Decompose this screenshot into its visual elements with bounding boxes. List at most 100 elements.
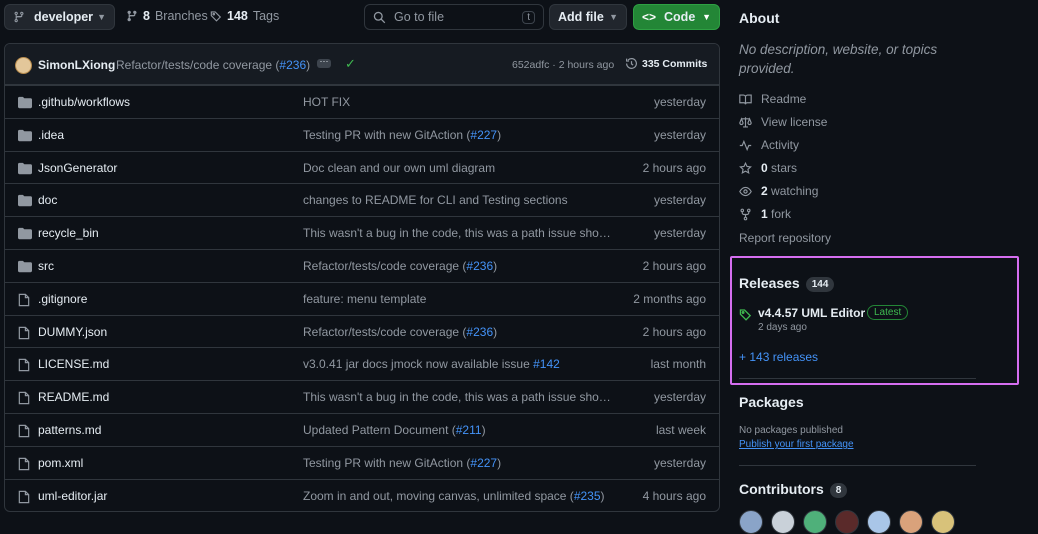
contributor-avatar[interactable] bbox=[867, 510, 891, 534]
file-commit-message[interactable]: Updated Pattern Document (#211) bbox=[303, 423, 613, 437]
file-name-link[interactable]: pom.xml bbox=[38, 456, 83, 470]
file-row[interactable]: .idea Testing PR with new GitAction (#227… bbox=[5, 117, 719, 151]
readme-link[interactable]: Readme bbox=[739, 92, 806, 106]
commit-pr-link[interactable]: #227 bbox=[470, 456, 497, 470]
book-icon bbox=[739, 93, 752, 106]
file-icon bbox=[18, 391, 30, 405]
fork-link[interactable]: 1 fork bbox=[739, 207, 791, 221]
license-link[interactable]: View license bbox=[739, 115, 827, 129]
stars-link[interactable]: 0 stars bbox=[739, 161, 797, 175]
latest-badge: Latest bbox=[867, 305, 909, 320]
commit-pr-link[interactable]: #236 bbox=[466, 325, 493, 339]
expand-message-button[interactable]: ··· bbox=[317, 57, 331, 68]
contributor-avatar[interactable] bbox=[931, 510, 955, 534]
folder-icon bbox=[18, 227, 32, 240]
file-row[interactable]: JsonGenerator Doc clean and our own uml d… bbox=[5, 150, 719, 184]
file-row[interactable]: pom.xml Testing PR with new GitAction (#2… bbox=[5, 445, 719, 479]
check-icon[interactable]: ✓ bbox=[345, 56, 356, 72]
file-commit-time: 4 hours ago bbox=[642, 488, 706, 503]
contributor-avatar[interactable] bbox=[835, 510, 859, 534]
releases-heading[interactable]: Releases 144 bbox=[739, 275, 835, 292]
file-name-link[interactable]: LICENSE.md bbox=[38, 357, 109, 371]
commit-pr-link[interactable]: #142 bbox=[533, 357, 560, 371]
file-commit-message[interactable]: Zoom in and out, moving canvas, unlimite… bbox=[303, 489, 613, 503]
branch-selector[interactable]: developer ▼ bbox=[4, 4, 115, 30]
file-name-link[interactable]: doc bbox=[38, 193, 57, 207]
commit-message[interactable]: Refactor/tests/code coverage (#236) bbox=[116, 58, 310, 72]
contributor-avatar[interactable] bbox=[739, 510, 763, 534]
file-icon bbox=[18, 457, 30, 471]
code-button[interactable]: <> Code ▼ bbox=[633, 4, 720, 30]
file-commit-message[interactable]: Refactor/tests/code coverage (#236) bbox=[303, 259, 613, 273]
file-commit-message[interactable]: Testing PR with new GitAction (#227) bbox=[303, 456, 613, 470]
branches-link[interactable]: 8 Branches bbox=[126, 9, 208, 23]
commit-pr-link[interactable]: #236 bbox=[279, 58, 306, 72]
file-commit-message[interactable]: Doc clean and our own uml diagram bbox=[303, 161, 613, 175]
file-name-link[interactable]: DUMMY.json bbox=[38, 325, 107, 339]
contributors-count: 8 bbox=[829, 482, 848, 498]
file-row[interactable]: LICENSE.md v3.0.41 jar docs jmock now ava… bbox=[5, 347, 719, 380]
contributor-avatar[interactable] bbox=[771, 510, 795, 534]
commit-pr-link[interactable]: #236 bbox=[466, 259, 493, 273]
file-commit-message[interactable]: v3.0.41 jar docs jmock now available iss… bbox=[303, 357, 613, 371]
file-row[interactable]: uml-editor.jar Zoom in and out, moving ca… bbox=[5, 478, 719, 511]
file-commit-time: 2 hours ago bbox=[642, 324, 706, 339]
file-row[interactable]: doc changes to README for CLI and Testing… bbox=[5, 183, 719, 216]
file-commit-message[interactable]: Testing PR with new GitAction (#227) bbox=[303, 128, 613, 142]
file-name-link[interactable]: recycle_bin bbox=[38, 226, 99, 240]
commits-count: 335 Commits bbox=[642, 57, 708, 70]
go-to-file-search[interactable]: Go to file t bbox=[364, 4, 544, 30]
add-file-button[interactable]: Add file ▼ bbox=[549, 4, 627, 30]
about-heading: About bbox=[739, 10, 780, 26]
publish-package-link[interactable]: Publish your first package bbox=[739, 439, 854, 450]
more-releases-link[interactable]: + 143 releases bbox=[739, 350, 818, 364]
folder-icon bbox=[18, 260, 32, 273]
file-row[interactable]: recycle_bin This wasn't a bug in the code… bbox=[5, 216, 719, 249]
commit-message-text: Testing PR with new GitAction ( bbox=[303, 127, 471, 142]
file-commit-message[interactable]: changes to README for CLI and Testing se… bbox=[303, 193, 613, 207]
file-commit-message[interactable]: Refactor/tests/code coverage (#236) bbox=[303, 325, 613, 339]
file-name-link[interactable]: .idea bbox=[38, 128, 64, 142]
file-row[interactable]: DUMMY.json Refactor/tests/code coverage (… bbox=[5, 314, 719, 348]
file-row[interactable]: README.md This wasn't a bug in the code, … bbox=[5, 380, 719, 413]
file-commit-message[interactable]: This wasn't a bug in the code, this was … bbox=[303, 226, 613, 240]
tags-link[interactable]: 148 Tags bbox=[210, 9, 279, 23]
file-name-link[interactable]: uml-editor.jar bbox=[38, 489, 107, 503]
folder-icon bbox=[18, 96, 32, 109]
activity-link[interactable]: Activity bbox=[739, 138, 799, 152]
watching-link[interactable]: 2 watching bbox=[739, 184, 818, 198]
tags-count: 148 bbox=[227, 9, 248, 23]
avatar[interactable] bbox=[15, 57, 32, 74]
commits-history-link[interactable]: 335 Commits bbox=[625, 57, 707, 70]
file-name-link[interactable]: .gitignore bbox=[38, 292, 87, 306]
file-name-link[interactable]: src bbox=[38, 259, 54, 273]
file-name-link[interactable]: README.md bbox=[38, 390, 109, 404]
contributor-avatar[interactable] bbox=[899, 510, 923, 534]
file-commit-message[interactable]: feature: menu template bbox=[303, 292, 613, 306]
about-description: No description, website, or topics provi… bbox=[739, 42, 938, 76]
commit-hash-time[interactable]: 652adfc · 2 hours ago bbox=[512, 59, 614, 71]
file-icon bbox=[18, 326, 30, 340]
commit-pr-link[interactable]: #211 bbox=[456, 423, 482, 437]
contributor-avatar[interactable] bbox=[803, 510, 827, 534]
commit-pr-link[interactable]: #235 bbox=[574, 489, 601, 503]
tag-icon bbox=[210, 10, 222, 22]
contributors-heading[interactable]: Contributors 8 bbox=[739, 481, 848, 498]
commit-pr-link[interactable]: #227 bbox=[470, 128, 497, 142]
fork-icon bbox=[739, 208, 752, 221]
latest-release-link[interactable]: v4.4.57 UML Editor bbox=[758, 306, 865, 320]
file-name-link[interactable]: .github/workflows bbox=[38, 95, 130, 109]
report-repository-link[interactable]: Report repository bbox=[739, 231, 831, 245]
file-row[interactable]: .github/workflows HOT FIX yesterday bbox=[5, 85, 719, 118]
commit-message-text: Doc clean and our own uml diagram bbox=[303, 160, 496, 175]
file-row[interactable]: patterns.md Updated Pattern Document (#21… bbox=[5, 413, 719, 446]
file-name-link[interactable]: JsonGenerator bbox=[38, 161, 117, 175]
commit-author[interactable]: SimonLXiong bbox=[38, 58, 115, 72]
commit-message-suffix: ) bbox=[497, 455, 502, 470]
file-commit-message[interactable]: This wasn't a bug in the code, this was … bbox=[303, 390, 613, 404]
file-row[interactable]: src Refactor/tests/code coverage (#236) 2 … bbox=[5, 249, 719, 282]
file-name-link[interactable]: patterns.md bbox=[38, 423, 101, 437]
packages-heading[interactable]: Packages bbox=[739, 394, 804, 410]
file-row[interactable]: .gitignore feature: menu template 2 months… bbox=[5, 281, 719, 315]
file-commit-message[interactable]: HOT FIX bbox=[303, 95, 613, 109]
